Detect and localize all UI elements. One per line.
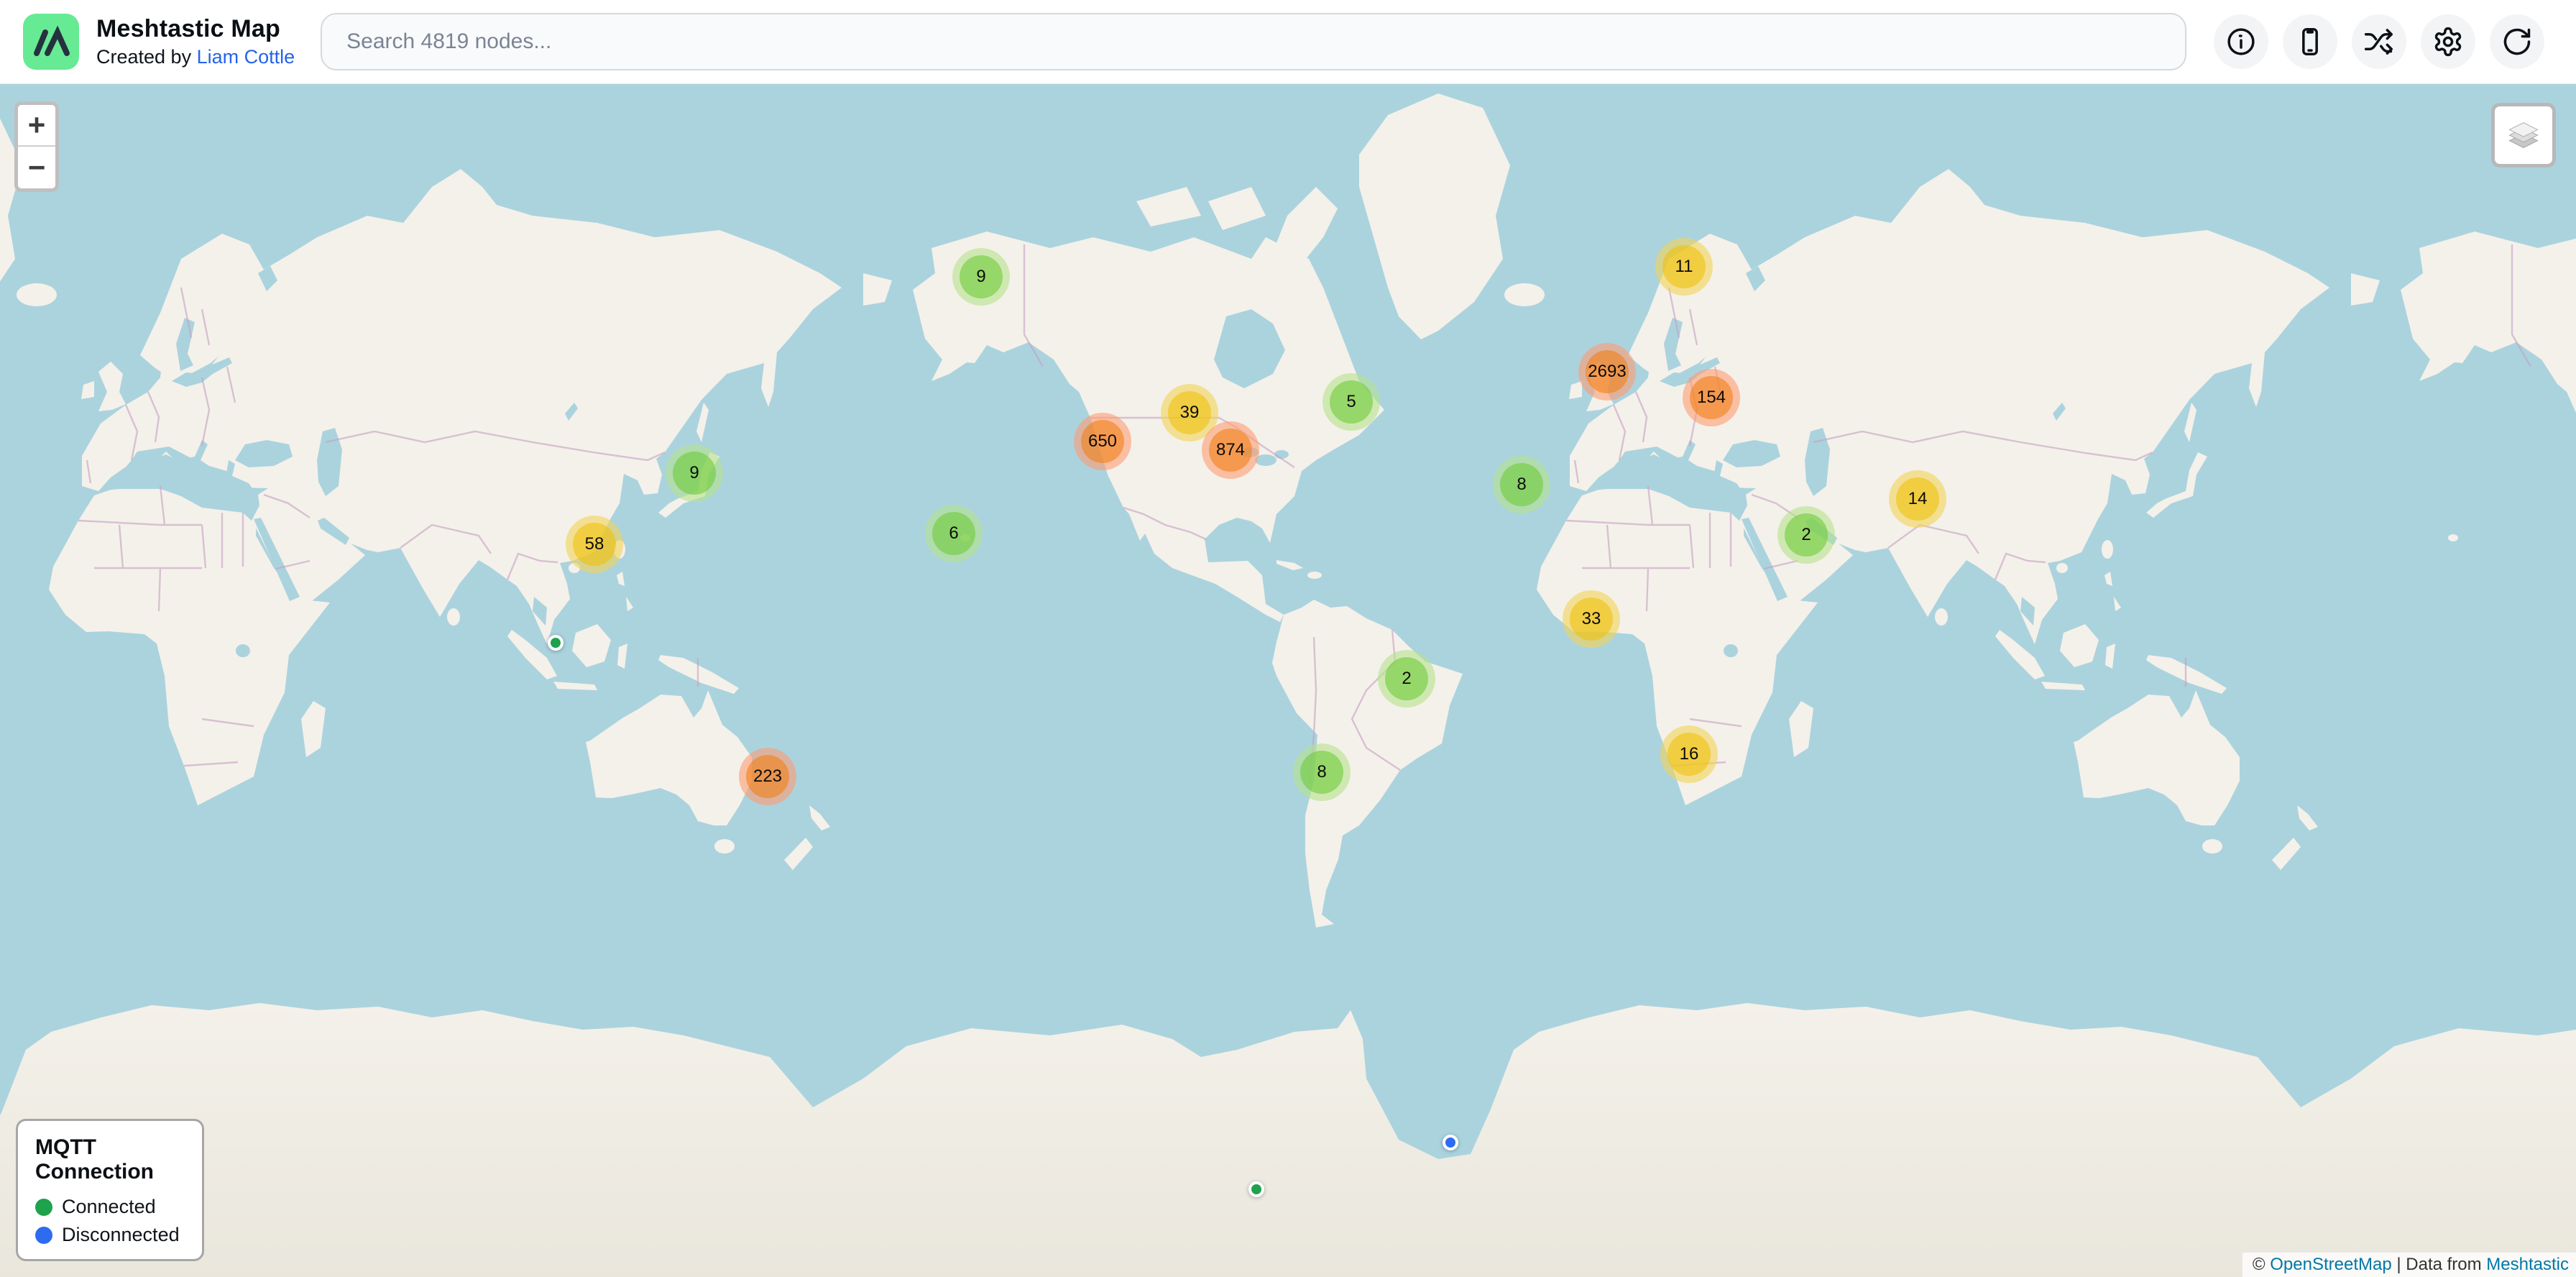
cluster-marker[interactable]: 16 xyxy=(1660,726,1718,783)
cluster-marker[interactable]: 2 xyxy=(1777,506,1835,564)
map-canvas[interactable]: + − 9 11 2693 154 39 650 874 5 9 8 14 2 58 6 33 2 16 8 223… xyxy=(0,84,2576,1277)
app-header: Meshtastic Map Created by Liam Cottle xyxy=(0,0,2576,84)
cluster-marker[interactable]: 2 xyxy=(1378,650,1435,708)
mobile-app-button[interactable] xyxy=(2283,14,2337,69)
attribution-middle: | Data from xyxy=(2392,1255,2487,1275)
info-button[interactable] xyxy=(2214,14,2268,69)
cluster-marker[interactable]: 9 xyxy=(952,248,1010,306)
cluster-marker[interactable]: 223 xyxy=(739,748,796,805)
cluster-count: 9 xyxy=(960,255,1003,298)
legend-item: Connected xyxy=(35,1196,185,1218)
cluster-count: 8 xyxy=(1300,751,1343,794)
cluster-count: 2693 xyxy=(1586,350,1629,393)
cluster-count: 39 xyxy=(1168,391,1211,434)
openstreetmap-link[interactable]: OpenStreetMap xyxy=(2270,1255,2391,1275)
cluster-marker[interactable]: 5 xyxy=(1322,373,1380,431)
cluster-marker[interactable]: 8 xyxy=(1293,743,1351,801)
cluster-count: 5 xyxy=(1330,380,1373,424)
cluster-count: 8 xyxy=(1500,463,1543,506)
attribution-copyright: © xyxy=(2253,1255,2270,1275)
mobile-phone-icon xyxy=(2294,26,2326,58)
cluster-count: 11 xyxy=(1662,245,1706,288)
cluster-marker[interactable]: 650 xyxy=(1074,413,1131,470)
zoom-out-button[interactable]: − xyxy=(18,147,55,188)
legend-label: Connected xyxy=(62,1196,156,1218)
refresh-icon xyxy=(2501,26,2533,58)
cluster-marker[interactable]: 154 xyxy=(1683,369,1740,426)
cluster-count: 154 xyxy=(1690,376,1733,419)
author-link[interactable]: Liam Cottle xyxy=(197,46,295,68)
page-title: Meshtastic Map xyxy=(96,15,295,43)
node-marker-disconnected[interactable] xyxy=(1443,1135,1458,1150)
legend-dot-icon xyxy=(35,1227,52,1244)
cluster-marker[interactable]: 9 xyxy=(666,444,723,502)
search-input[interactable] xyxy=(321,13,2186,70)
cluster-marker[interactable]: 8 xyxy=(1493,456,1550,513)
random-node-button[interactable] xyxy=(2352,14,2406,69)
legend-label: Disconnected xyxy=(62,1224,180,1246)
meshtastic-link[interactable]: Meshtastic xyxy=(2486,1255,2569,1275)
shuffle-icon xyxy=(2363,26,2395,58)
cluster-marker[interactable]: 58 xyxy=(566,516,623,573)
settings-gear-icon xyxy=(2432,26,2464,58)
cluster-count: 58 xyxy=(573,523,616,566)
zoom-control: + − xyxy=(14,101,59,192)
mqtt-legend: MQTT Connection Connected Disconnected xyxy=(16,1119,204,1261)
cluster-count: 223 xyxy=(746,755,789,798)
info-icon xyxy=(2225,26,2257,58)
cluster-count: 650 xyxy=(1081,420,1124,463)
world-map xyxy=(0,84,2576,1277)
cluster-marker[interactable]: 14 xyxy=(1889,470,1946,528)
settings-button[interactable] xyxy=(2421,14,2475,69)
cluster-marker[interactable]: 874 xyxy=(1202,421,1259,479)
node-marker-connected[interactable] xyxy=(548,635,564,651)
cluster-count: 14 xyxy=(1896,477,1939,521)
cluster-marker[interactable]: 2693 xyxy=(1578,343,1636,401)
refresh-button[interactable] xyxy=(2490,14,2544,69)
legend-title: MQTT Connection xyxy=(35,1135,185,1184)
cluster-count: 2 xyxy=(1385,657,1428,700)
byline: Created by Liam Cottle xyxy=(96,46,295,68)
cluster-count: 2 xyxy=(1785,513,1828,557)
meshtastic-logo-icon xyxy=(23,14,79,70)
zoom-in-button[interactable]: + xyxy=(18,105,55,147)
cluster-marker[interactable]: 6 xyxy=(925,505,983,562)
attribution-bar: © OpenStreetMap | Data from Meshtastic xyxy=(2242,1253,2576,1277)
cluster-marker[interactable]: 11 xyxy=(1655,238,1713,296)
cluster-count: 6 xyxy=(932,512,975,555)
layers-icon xyxy=(2505,116,2542,154)
legend-dot-icon xyxy=(35,1199,52,1216)
cluster-count: 16 xyxy=(1668,733,1711,776)
byline-prefix: Created by xyxy=(96,46,197,68)
cluster-count: 33 xyxy=(1570,598,1613,641)
cluster-count: 9 xyxy=(673,452,716,495)
layers-control[interactable] xyxy=(2491,103,2556,168)
legend-items: Connected Disconnected xyxy=(35,1196,185,1246)
cluster-marker[interactable]: 33 xyxy=(1563,590,1620,648)
cluster-count: 874 xyxy=(1209,429,1252,472)
title-block: Meshtastic Map Created by Liam Cottle xyxy=(96,15,295,68)
node-marker-connected[interactable] xyxy=(1248,1181,1264,1197)
legend-item: Disconnected xyxy=(35,1224,185,1246)
